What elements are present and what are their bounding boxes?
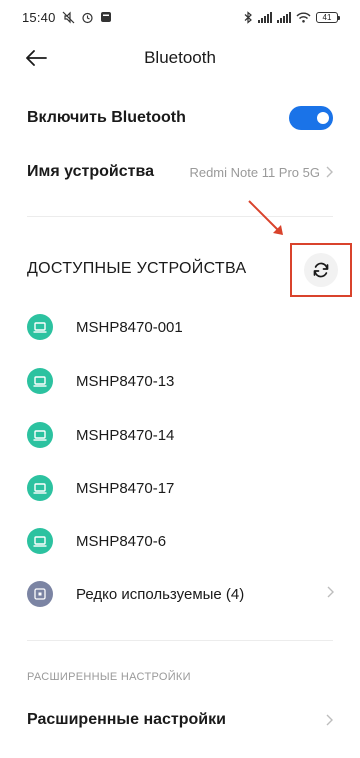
annotation-arrow-icon [246, 198, 290, 247]
device-box-icon [27, 581, 53, 607]
available-devices-title: ДОСТУПНЫЕ УСТРОЙСТВА [27, 260, 247, 277]
advanced-section-title: РАСШИРЕННЫЕ НАСТРОЙКИ [27, 671, 191, 683]
device-item[interactable]: MSHP8470-001 [0, 302, 360, 352]
laptop-icon [27, 314, 53, 340]
advanced-settings-row[interactable]: Расширенные настройки [0, 700, 360, 740]
advanced-chevron-wrap [326, 714, 333, 726]
bluetooth-toggle[interactable] [289, 106, 333, 130]
laptop-icon [27, 368, 53, 394]
rarely-used-item[interactable]: Редко используемые (4) [0, 569, 360, 619]
laptop-icon [27, 528, 53, 554]
chevron-right-icon [327, 585, 334, 603]
wifi-icon [296, 12, 311, 23]
bluetooth-icon [244, 10, 253, 24]
status-time: 15:40 [22, 9, 56, 25]
alarm-icon [81, 11, 94, 24]
bluetooth-toggle-row[interactable]: Включить Bluetooth [0, 98, 360, 138]
header: Bluetooth [0, 34, 360, 82]
mute-icon [62, 11, 75, 24]
page-title: Bluetooth [144, 48, 216, 67]
chevron-right-icon [326, 166, 333, 178]
status-bar: 15:40 41 [0, 0, 360, 34]
device-item[interactable]: MSHP8470-13 [0, 356, 360, 406]
device-name: MSHP8470-001 [76, 318, 183, 336]
status-right: 41 [244, 10, 340, 24]
status-left: 15:40 [22, 10, 112, 25]
annotation-highlight-box [290, 243, 352, 297]
refresh-icon[interactable] [304, 253, 338, 287]
chevron-right-icon [326, 714, 333, 726]
device-name: MSHP8470-14 [76, 426, 175, 444]
device-name: MSHP8470-13 [76, 372, 175, 390]
bluetooth-toggle-label: Включить Bluetooth [27, 109, 186, 126]
device-name-value: Redmi Note 11 Pro 5G [189, 164, 320, 180]
message-icon [100, 11, 112, 23]
device-name: MSHP8470-17 [76, 479, 175, 497]
device-item[interactable]: MSHP8470-6 [0, 516, 360, 566]
toggle-knob [317, 112, 329, 124]
signal-icon [258, 11, 272, 23]
device-item[interactable]: MSHP8470-17 [0, 463, 360, 513]
device-name: MSHP8470-6 [76, 532, 167, 550]
divider [27, 640, 333, 641]
device-item[interactable]: MSHP8470-14 [0, 410, 360, 460]
battery-icon: 41 [316, 11, 340, 23]
laptop-icon [27, 422, 53, 448]
advanced-settings-label: Расширенные настройки [27, 711, 226, 728]
device-name-value-wrap: Redmi Note 11 Pro 5G [189, 165, 333, 180]
laptop-icon [27, 475, 53, 501]
rarely-used-label: Редко используемые (4) [76, 585, 245, 603]
device-name-row[interactable]: Имя устройства Redmi Note 11 Pro 5G [0, 152, 360, 192]
signal-icon [277, 11, 291, 23]
back-arrow-icon[interactable] [22, 46, 50, 70]
device-name-label: Имя устройства [27, 163, 154, 180]
